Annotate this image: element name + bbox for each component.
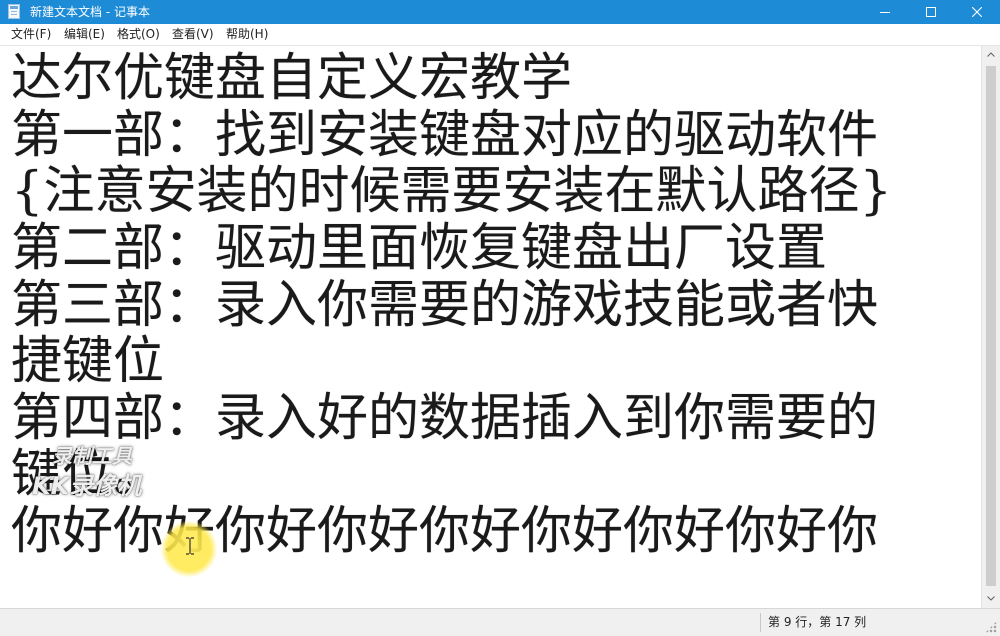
vertical-scrollbar[interactable]: [981, 46, 1000, 608]
minimize-icon: [880, 12, 890, 13]
notepad-window: 新建文本文档 - 记事本 文件(F) 编辑(E) 格式(O) 查看(V) 帮助(…: [0, 0, 1000, 636]
text-line: 第二部：驱动里面恢复键盘出厂设置: [11, 219, 828, 278]
text-line: 第三部：录入你需要的游戏技能或者快: [11, 276, 879, 335]
maximize-icon: [926, 7, 936, 17]
window-title: 新建文本文档 - 记事本: [30, 5, 150, 19]
minimize-button[interactable]: [862, 0, 908, 24]
menu-bar: 文件(F) 编辑(E) 格式(O) 查看(V) 帮助(H): [0, 24, 1000, 46]
close-button[interactable]: [954, 0, 1000, 24]
close-icon: [972, 7, 982, 17]
menu-file[interactable]: 文件(F): [11, 27, 51, 42]
menu-view[interactable]: 查看(V): [172, 27, 214, 42]
text-line: 你好你好你好你好你好你好你好你好你: [11, 502, 879, 561]
chevron-up-icon: [987, 52, 995, 57]
text-line: 捷键位: [11, 332, 165, 391]
status-divider: [760, 613, 761, 632]
text-editor[interactable]: 达尔优键盘自定义宏教学 第一部：找到安装键盘对应的驱动软件 {注意安装的时候需要…: [0, 46, 981, 608]
menu-format[interactable]: 格式(O): [117, 27, 160, 42]
text-line: 第四部：录入好的数据插入到你需要的: [11, 389, 879, 448]
text-cursor-icon: [186, 537, 194, 555]
resize-grip-icon[interactable]: [985, 621, 997, 633]
menu-edit[interactable]: 编辑(E): [64, 27, 105, 42]
text-line: 键位。: [11, 445, 165, 504]
notepad-icon[interactable]: [8, 4, 20, 19]
text-line: {注意安装的时候需要安装在默认路径}: [11, 162, 892, 221]
text-line: 达尔优键盘自定义宏教学: [11, 49, 573, 108]
text-line: 第一部：找到安装键盘对应的驱动软件: [11, 106, 879, 165]
menu-help[interactable]: 帮助(H): [226, 27, 268, 42]
scroll-up-button[interactable]: [982, 46, 1000, 64]
scroll-down-button[interactable]: [982, 590, 1000, 608]
cursor-position: 第 9 行，第 17 列: [768, 615, 867, 629]
status-bar: 第 9 行，第 17 列: [0, 608, 1000, 636]
chevron-down-icon: [987, 596, 995, 601]
title-bar[interactable]: 新建文本文档 - 记事本: [0, 0, 1000, 24]
maximize-button[interactable]: [908, 0, 954, 24]
scroll-thumb[interactable]: [986, 66, 996, 586]
